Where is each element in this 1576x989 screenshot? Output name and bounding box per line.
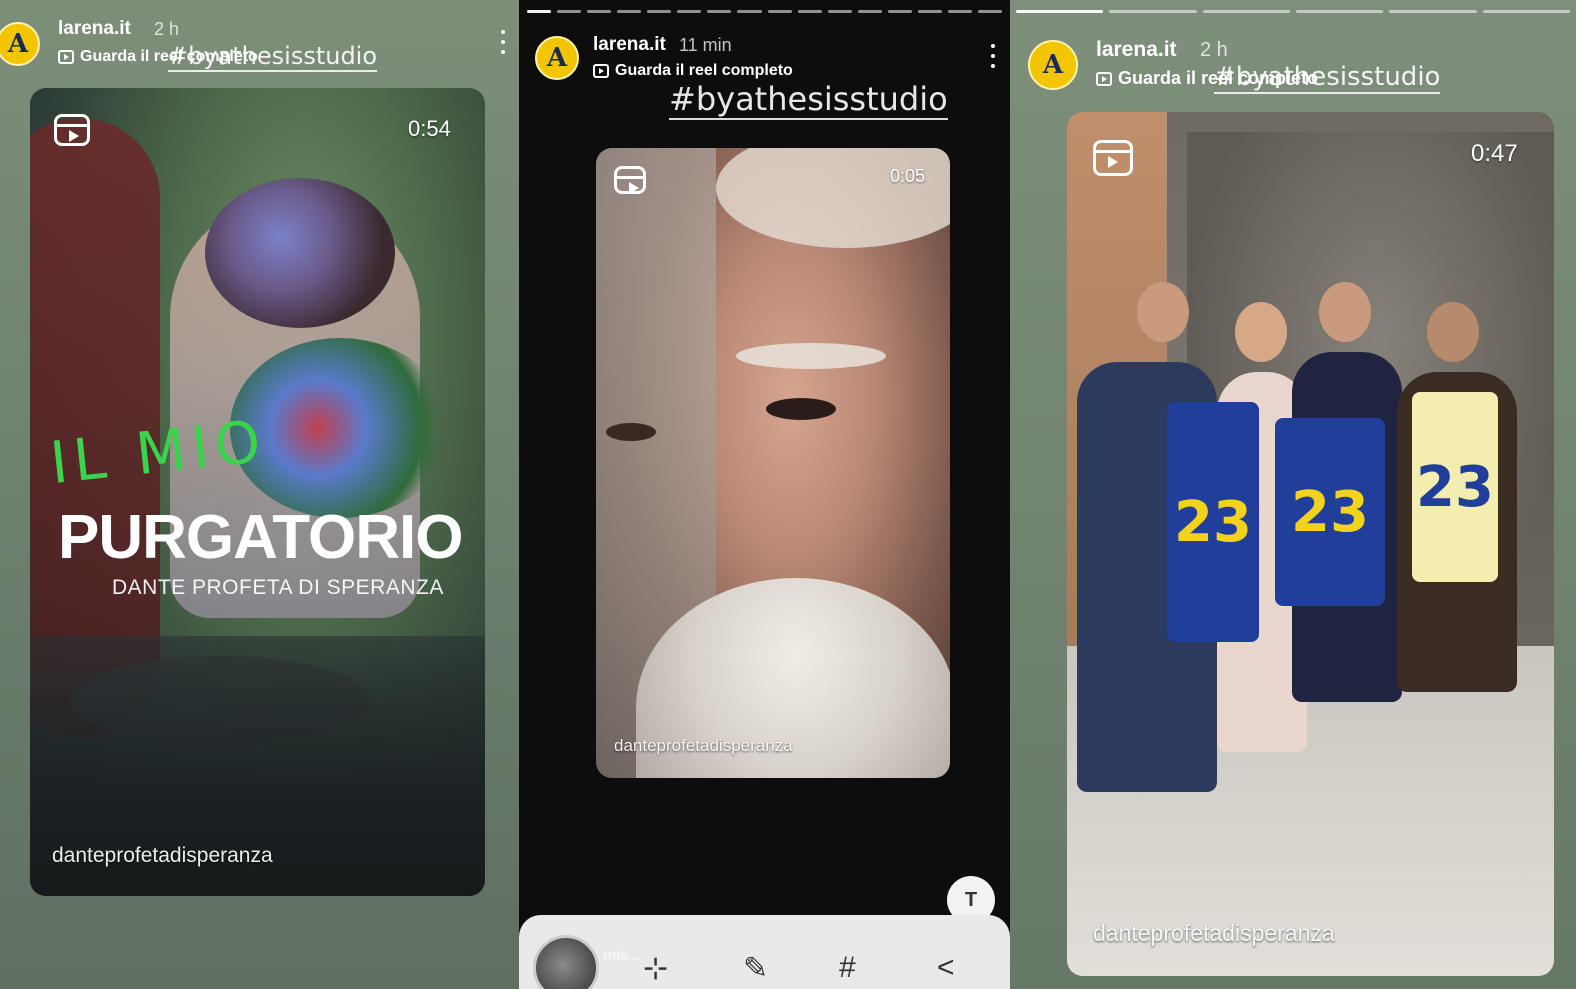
watch-full-reel-label: Guarda il reel completo <box>615 62 793 79</box>
reel-duration: 0:47 <box>1471 140 1518 167</box>
person-3-head <box>1319 282 1371 342</box>
reels-icon <box>1093 140 1133 176</box>
post-time: 2 h <box>154 19 180 39</box>
watch-full-reel-link[interactable]: Guarda il reel completo <box>593 62 793 80</box>
reel-duration: 0:54 <box>408 116 451 141</box>
username[interactable]: larena.it <box>58 18 131 40</box>
portrait-brow <box>736 343 886 369</box>
jersey-2: 23 <box>1275 418 1385 606</box>
reel-duration: 0:05 <box>890 166 926 186</box>
story-panel-2[interactable]: A larena.it 11 min Guarda il reel comple… <box>519 0 1010 989</box>
story-panel-3[interactable]: A larena.it 2 h Guarda il reel completo … <box>1010 0 1576 989</box>
person-2-head <box>1235 302 1287 362</box>
hashtag-icon[interactable]: # <box>839 951 856 985</box>
face-effects-icon[interactable]: ⊹ <box>643 951 668 986</box>
music-label: mis... <box>603 947 642 964</box>
reel-preview-card[interactable]: 23 23 23 0:47 danteprofetadisperanza <box>1067 112 1554 976</box>
story-progress-bar <box>1016 10 1570 13</box>
reels-icon <box>54 114 90 146</box>
artwork-flowers-hair <box>205 178 395 328</box>
story-bottom-bar: mis... ⊹ ✎ # < <box>519 915 1010 989</box>
post-time: 2 h <box>1200 39 1228 61</box>
artwork-main-title: PURGATORIO <box>58 503 464 572</box>
avatar-letter: A <box>1042 50 1064 80</box>
draw-icon[interactable]: ✎ <box>743 951 768 986</box>
reel-caption[interactable]: danteprofetadisperanza <box>52 844 273 868</box>
story-progress-bar <box>527 10 1002 13</box>
reel-caption[interactable]: danteprofetadisperanza <box>614 736 793 756</box>
portrait-eye-left <box>606 423 656 441</box>
hashtag-sticker[interactable]: #byathesisstudio <box>1214 62 1441 94</box>
more-options-icon[interactable] <box>990 44 996 68</box>
more-options-icon[interactable] <box>500 30 506 54</box>
jersey-number: 23 <box>1174 489 1252 555</box>
reel-caption[interactable]: danteprofetadisperanza <box>1093 920 1335 947</box>
hashtag-sticker[interactable]: #byathesisstudio <box>168 42 378 72</box>
post-time: 11 min <box>679 35 732 55</box>
music-thumbnail[interactable] <box>533 935 599 989</box>
username[interactable]: larena.it <box>593 34 666 56</box>
portrait-hair <box>716 148 950 248</box>
portrait-eye <box>766 398 836 420</box>
avatar-letter: A <box>7 29 29 59</box>
reels-icon <box>614 166 646 194</box>
avatar-letter: A <box>546 43 568 73</box>
person-4-head <box>1427 302 1479 362</box>
reel-preview-card[interactable]: 0:05 danteprofetadisperanza <box>596 148 950 778</box>
jersey-number: 23 <box>1416 454 1494 520</box>
reel-icon <box>593 64 609 78</box>
hashtag-sticker[interactable]: #byathesisstudio <box>669 80 948 120</box>
share-icon[interactable]: < <box>937 951 955 985</box>
person-1-head <box>1137 282 1189 342</box>
jersey-1: 23 <box>1167 402 1259 642</box>
artwork-subtitle: DANTE PROFETA DI SPERANZA <box>112 576 444 599</box>
reel-icon <box>58 50 74 64</box>
story-panel-1[interactable]: A larena.it 2 h Guarda il reel completo … <box>0 0 519 989</box>
reel-icon <box>1096 71 1112 86</box>
profile-avatar[interactable]: A <box>0 22 40 66</box>
jersey-number: 23 <box>1291 479 1369 545</box>
profile-avatar[interactable]: A <box>1028 40 1078 90</box>
username[interactable]: larena.it <box>1096 38 1177 62</box>
translate-icon: T <box>964 888 978 911</box>
jersey-3: 23 <box>1412 392 1498 582</box>
profile-avatar[interactable]: A <box>535 36 579 80</box>
reel-preview-card[interactable]: 0:54 IL MIO PURGATORIO DANTE PROFETA DI … <box>30 88 485 896</box>
